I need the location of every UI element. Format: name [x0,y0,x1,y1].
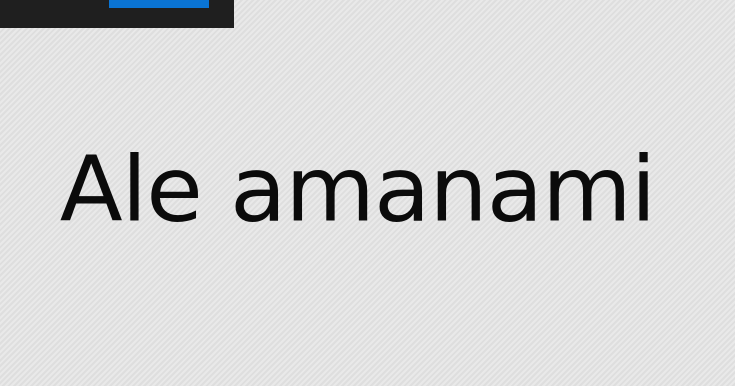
headline-container: Ale amanami [0,138,735,242]
top-bar [0,0,234,28]
active-tab-indicator[interactable] [109,0,209,8]
headline-text: Ale amanami [59,137,657,242]
